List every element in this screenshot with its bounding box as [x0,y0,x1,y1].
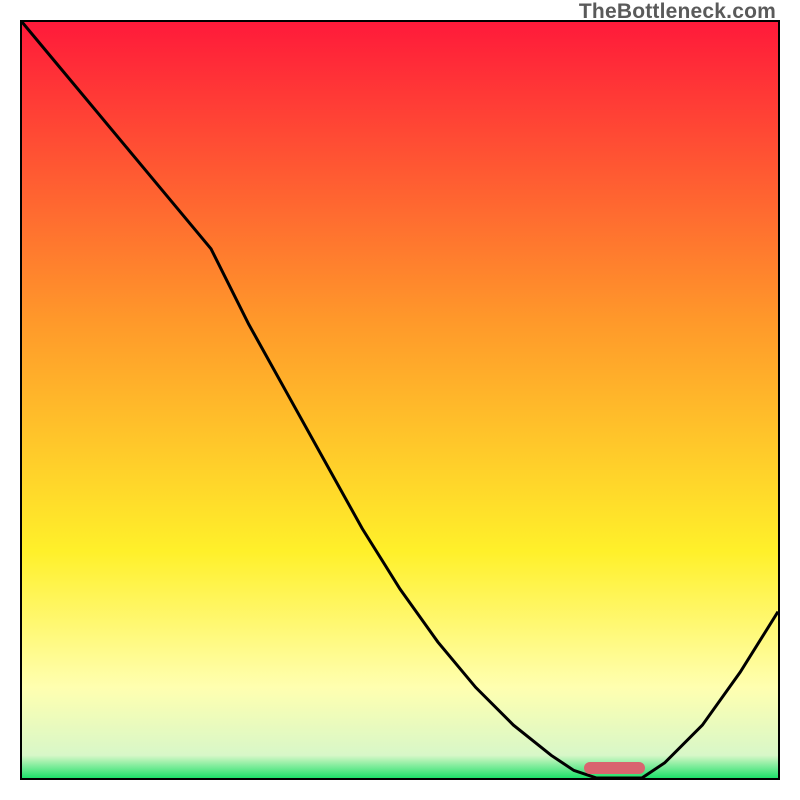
chart-container: TheBottleneck.com [0,0,800,800]
plot-area [20,20,780,780]
curve-line [22,22,778,778]
optimal-range-marker [584,762,645,774]
